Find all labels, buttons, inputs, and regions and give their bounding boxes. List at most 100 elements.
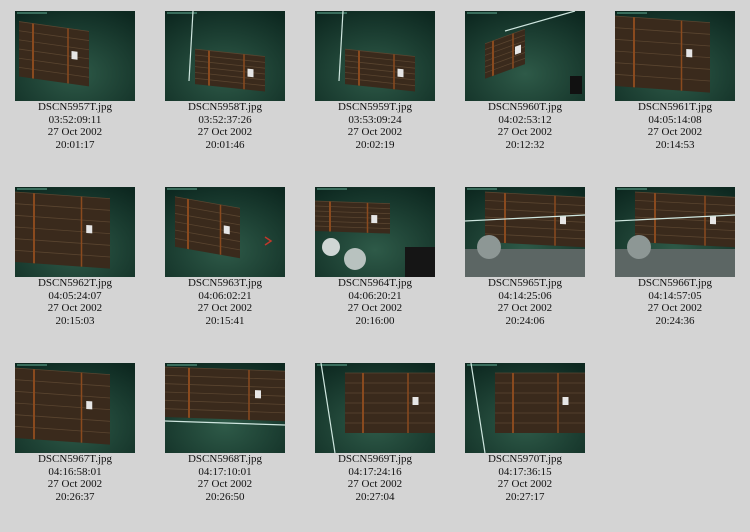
thumbnail-caption: DSCN5967T.jpg 04:16:58:01 27 Oct 2002 20:26…	[0, 453, 150, 503]
caption-filename: DSCN5958T.jpg	[187, 101, 263, 113]
thumbnail-item[interactable]: DSCN5964T.jpg 04:06:20:21 27 Oct 2002 20:16…	[300, 176, 450, 327]
underwater-photo	[315, 187, 435, 277]
thumbnail-image[interactable]	[615, 11, 735, 101]
thumbnail-image[interactable]	[465, 11, 585, 101]
caption-timecode: 04:05:14:08	[648, 113, 702, 126]
thumbnail-grid: DSCN5957T.jpg 03:52:09:11 27 Oct 2002 20:01…	[0, 0, 750, 532]
caption-timecode: 04:05:24:07	[48, 289, 102, 302]
caption-date: 27 Oct 2002	[647, 302, 703, 314]
caption-date: 27 Oct 2002	[497, 126, 553, 138]
thumbnail-caption: DSCN5963T.jpg 04:06:02:21 27 Oct 2002 20:15…	[150, 277, 300, 327]
caption-clock-time: 20:26:50	[205, 490, 245, 503]
crate-shape	[345, 48, 415, 92]
caption-date: 27 Oct 2002	[47, 478, 103, 490]
caption-clock-time: 20:15:41	[205, 314, 245, 327]
caption-filename: DSCN5967T.jpg	[37, 453, 113, 465]
caption-filename: DSCN5966T.jpg	[637, 277, 713, 289]
thumbnail-item[interactable]: DSCN5958T.jpg 03:52:37:26 27 Oct 2002 20:01…	[150, 0, 300, 151]
thumbnail-caption: DSCN5964T.jpg 04:06:20:21 27 Oct 2002 20:16…	[300, 277, 450, 327]
caption-timecode: 03:52:37:26	[198, 113, 252, 126]
caption-date: 27 Oct 2002	[47, 126, 103, 138]
thumbnail-image[interactable]	[15, 11, 135, 101]
thumbnail-caption: DSCN5966T.jpg 04:14:57:05 27 Oct 2002 20:24…	[600, 277, 750, 327]
caption-filename: DSCN5968T.jpg	[187, 453, 263, 465]
caption-clock-time: 20:24:36	[655, 314, 695, 327]
caption-filename: DSCN5970T.jpg	[487, 453, 563, 465]
underwater-photo	[15, 187, 135, 277]
thumbnail-item[interactable]: DSCN5967T.jpg 04:16:58:01 27 Oct 2002 20:26…	[0, 352, 150, 503]
thumbnail-item[interactable]: DSCN5957T.jpg 03:52:09:11 27 Oct 2002 20:01…	[0, 0, 150, 151]
underwater-photo	[465, 187, 585, 277]
caption-filename: DSCN5969T.jpg	[337, 453, 413, 465]
thumbnail-caption: DSCN5969T.jpg 04:17:24:16 27 Oct 2002 20:27…	[300, 453, 450, 503]
caption-date: 27 Oct 2002	[197, 126, 253, 138]
caption-clock-time: 20:01:46	[205, 138, 245, 151]
thumbnail-item[interactable]: DSCN5970T.jpg 04:17:36:15 27 Oct 2002 20:27…	[450, 352, 600, 503]
thumbnail-image[interactable]	[465, 363, 585, 453]
caption-timecode: 04:14:57:05	[648, 289, 702, 302]
caption-filename: DSCN5957T.jpg	[37, 101, 113, 113]
thumbnail-caption: DSCN5957T.jpg 03:52:09:11 27 Oct 2002 20:01…	[0, 101, 150, 151]
crate-shape	[19, 21, 89, 87]
caption-date: 27 Oct 2002	[197, 478, 253, 490]
caption-filename: DSCN5962T.jpg	[37, 277, 113, 289]
caption-date: 27 Oct 2002	[497, 478, 553, 490]
thumbnail-item[interactable]: DSCN5961T.jpg 04:05:14:08 27 Oct 2002 20:14…	[600, 0, 750, 151]
thumbnail-image[interactable]	[165, 363, 285, 453]
caption-timecode: 04:14:25:06	[498, 289, 552, 302]
thumbnail-item[interactable]: DSCN5968T.jpg 04:17:10:01 27 Oct 2002 20:26…	[150, 352, 300, 503]
caption-filename: DSCN5960T.jpg	[487, 101, 563, 113]
underwater-photo	[615, 11, 735, 101]
thumbnail-caption: DSCN5962T.jpg 04:05:24:07 27 Oct 2002 20:15…	[0, 277, 150, 327]
caption-clock-time: 20:15:03	[55, 314, 95, 327]
thumbnail-caption: DSCN5960T.jpg 04:02:53:12 27 Oct 2002 20:12…	[450, 101, 600, 151]
thumbnail-caption: DSCN5958T.jpg 03:52:37:26 27 Oct 2002 20:01…	[150, 101, 300, 151]
underwater-photo	[465, 11, 585, 101]
thumbnail-item[interactable]: DSCN5963T.jpg 04:06:02:21 27 Oct 2002 20:15…	[150, 176, 300, 327]
caption-filename: DSCN5963T.jpg	[187, 277, 263, 289]
caption-date: 27 Oct 2002	[347, 478, 403, 490]
caption-timecode: 04:06:20:21	[348, 289, 402, 302]
caption-timecode: 04:16:58:01	[48, 465, 102, 478]
thumbnail-caption: DSCN5959T.jpg 03:53:09:24 27 Oct 2002 20:02…	[300, 101, 450, 151]
thumbnail-image[interactable]	[315, 11, 435, 101]
underwater-photo	[165, 187, 285, 277]
thumbnail-item[interactable]: DSCN5969T.jpg 04:17:24:16 27 Oct 2002 20:27…	[300, 352, 450, 503]
crate-shape	[315, 200, 390, 234]
caption-filename: DSCN5959T.jpg	[337, 101, 413, 113]
caption-clock-time: 20:27:17	[505, 490, 545, 503]
thumbnail-image[interactable]	[465, 187, 585, 277]
caption-timecode: 04:02:53:12	[498, 113, 552, 126]
thumbnail-image[interactable]	[315, 363, 435, 453]
thumbnail-image[interactable]	[15, 187, 135, 277]
underwater-photo	[165, 11, 285, 101]
caption-clock-time: 20:27:04	[355, 490, 395, 503]
thumbnail-item[interactable]: DSCN5962T.jpg 04:05:24:07 27 Oct 2002 20:15…	[0, 176, 150, 327]
caption-clock-time: 20:02:19	[355, 138, 395, 151]
thumbnail-image[interactable]	[165, 11, 285, 101]
crate-shape	[165, 366, 285, 422]
caption-clock-time: 20:01:17	[55, 138, 95, 151]
caption-clock-time: 20:12:32	[505, 138, 545, 151]
underwater-photo	[615, 187, 735, 277]
thumbnail-caption: DSCN5965T.jpg 04:14:25:06 27 Oct 2002 20:24…	[450, 277, 600, 327]
caption-filename: DSCN5961T.jpg	[637, 101, 713, 113]
caption-timecode: 04:17:36:15	[498, 465, 552, 478]
thumbnail-image[interactable]	[165, 187, 285, 277]
caption-clock-time: 20:26:37	[55, 490, 95, 503]
thumbnail-item[interactable]: DSCN5966T.jpg 04:14:57:05 27 Oct 2002 20:24…	[600, 176, 750, 327]
thumbnail-image[interactable]	[315, 187, 435, 277]
caption-filename: DSCN5964T.jpg	[337, 277, 413, 289]
thumbnail-item[interactable]: DSCN5960T.jpg 04:02:53:12 27 Oct 2002 20:12…	[450, 0, 600, 151]
crate-shape	[495, 372, 585, 433]
underwater-photo	[15, 363, 135, 453]
crate-shape	[615, 15, 710, 93]
thumbnail-item[interactable]: DSCN5959T.jpg 03:53:09:24 27 Oct 2002 20:02…	[300, 0, 450, 151]
caption-clock-time: 20:16:00	[355, 314, 395, 327]
thumbnail-item[interactable]: DSCN5965T.jpg 04:14:25:06 27 Oct 2002 20:24…	[450, 176, 600, 327]
underwater-photo	[15, 11, 135, 101]
thumbnail-image[interactable]	[615, 187, 735, 277]
caption-clock-time: 20:24:06	[505, 314, 545, 327]
thumbnail-image[interactable]	[15, 363, 135, 453]
underwater-photo	[465, 363, 585, 453]
